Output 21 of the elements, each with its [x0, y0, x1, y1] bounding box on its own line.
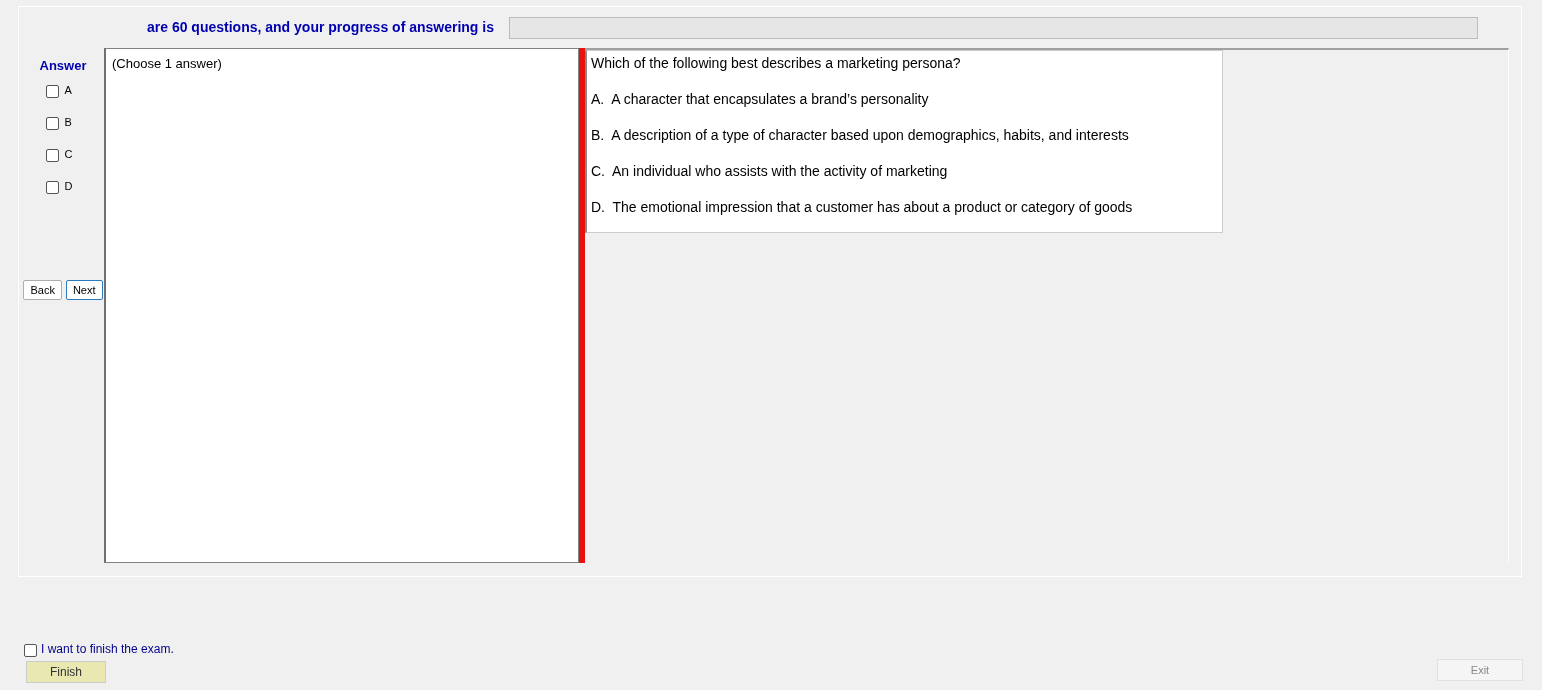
choice-text: B. A description of a type of character based upon demographics, habits, and interests: [591, 126, 1130, 145]
choice-text: D. The emotional impression that a customer has about a product or category of goods: [591, 198, 1134, 217]
answer-title: Answer: [39, 57, 87, 75]
answer-hint: (Choose 1 answer): [112, 56, 222, 71]
option-checkbox[interactable]: [45, 84, 59, 98]
next-button[interactable]: Next: [65, 279, 103, 300]
option-checkbox[interactable]: [45, 116, 59, 130]
finish-button[interactable]: Finish: [26, 661, 106, 683]
option-label[interactable]: D: [64, 177, 73, 194]
option-label[interactable]: B: [64, 113, 72, 130]
back-button[interactable]: Back: [23, 279, 62, 300]
choice-text: C. An individual who assists with the activity of marketing: [591, 162, 949, 181]
option-checkbox[interactable]: [45, 180, 59, 194]
choice-text: A. A character that encapsulates a brand’s personality: [591, 90, 930, 109]
option-label[interactable]: C: [64, 145, 73, 162]
finish-label[interactable]: I want to finish the exam.: [41, 640, 174, 658]
finish-checkbox[interactable]: [24, 644, 37, 657]
question-text: Which of the following best describes a marketing persona?: [591, 54, 962, 73]
option-label[interactable]: A: [64, 81, 72, 98]
option-checkbox[interactable]: [45, 148, 59, 162]
progress-text: are 60 questions, and your progress of answering is: [147, 18, 494, 37]
